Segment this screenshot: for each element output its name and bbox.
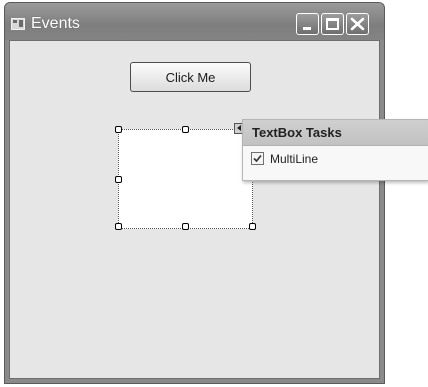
click-me-button[interactable]: Click Me <box>130 62 251 92</box>
textbox-tasks-panel: TextBox Tasks MultiLine <box>242 119 428 181</box>
resize-handle-bottom-right[interactable] <box>249 223 256 230</box>
events-window: Events Click Me <box>4 2 385 384</box>
close-icon <box>350 17 365 31</box>
multiline-label[interactable]: MultiLine <box>270 152 318 166</box>
title-bar[interactable]: Events <box>5 3 384 40</box>
maximize-button[interactable] <box>321 13 344 35</box>
resize-handle-middle-left[interactable] <box>115 176 122 183</box>
minimize-button[interactable] <box>296 13 319 35</box>
form-icon <box>11 18 25 30</box>
tasks-panel-header: TextBox Tasks <box>243 120 428 146</box>
resize-handle-top-left[interactable] <box>115 126 122 133</box>
resize-handle-bottom-left[interactable] <box>115 223 122 230</box>
textbox-control[interactable] <box>118 129 253 229</box>
checkmark-icon <box>253 154 262 163</box>
close-button[interactable] <box>346 13 369 35</box>
window-title: Events <box>31 15 80 32</box>
tasks-panel-title: TextBox Tasks <box>252 125 342 140</box>
resize-handle-bottom-center[interactable] <box>182 223 189 230</box>
resize-handle-top-center[interactable] <box>182 126 189 133</box>
form-design-surface[interactable]: Click Me <box>9 40 380 379</box>
multiline-checkbox[interactable] <box>251 152 264 165</box>
